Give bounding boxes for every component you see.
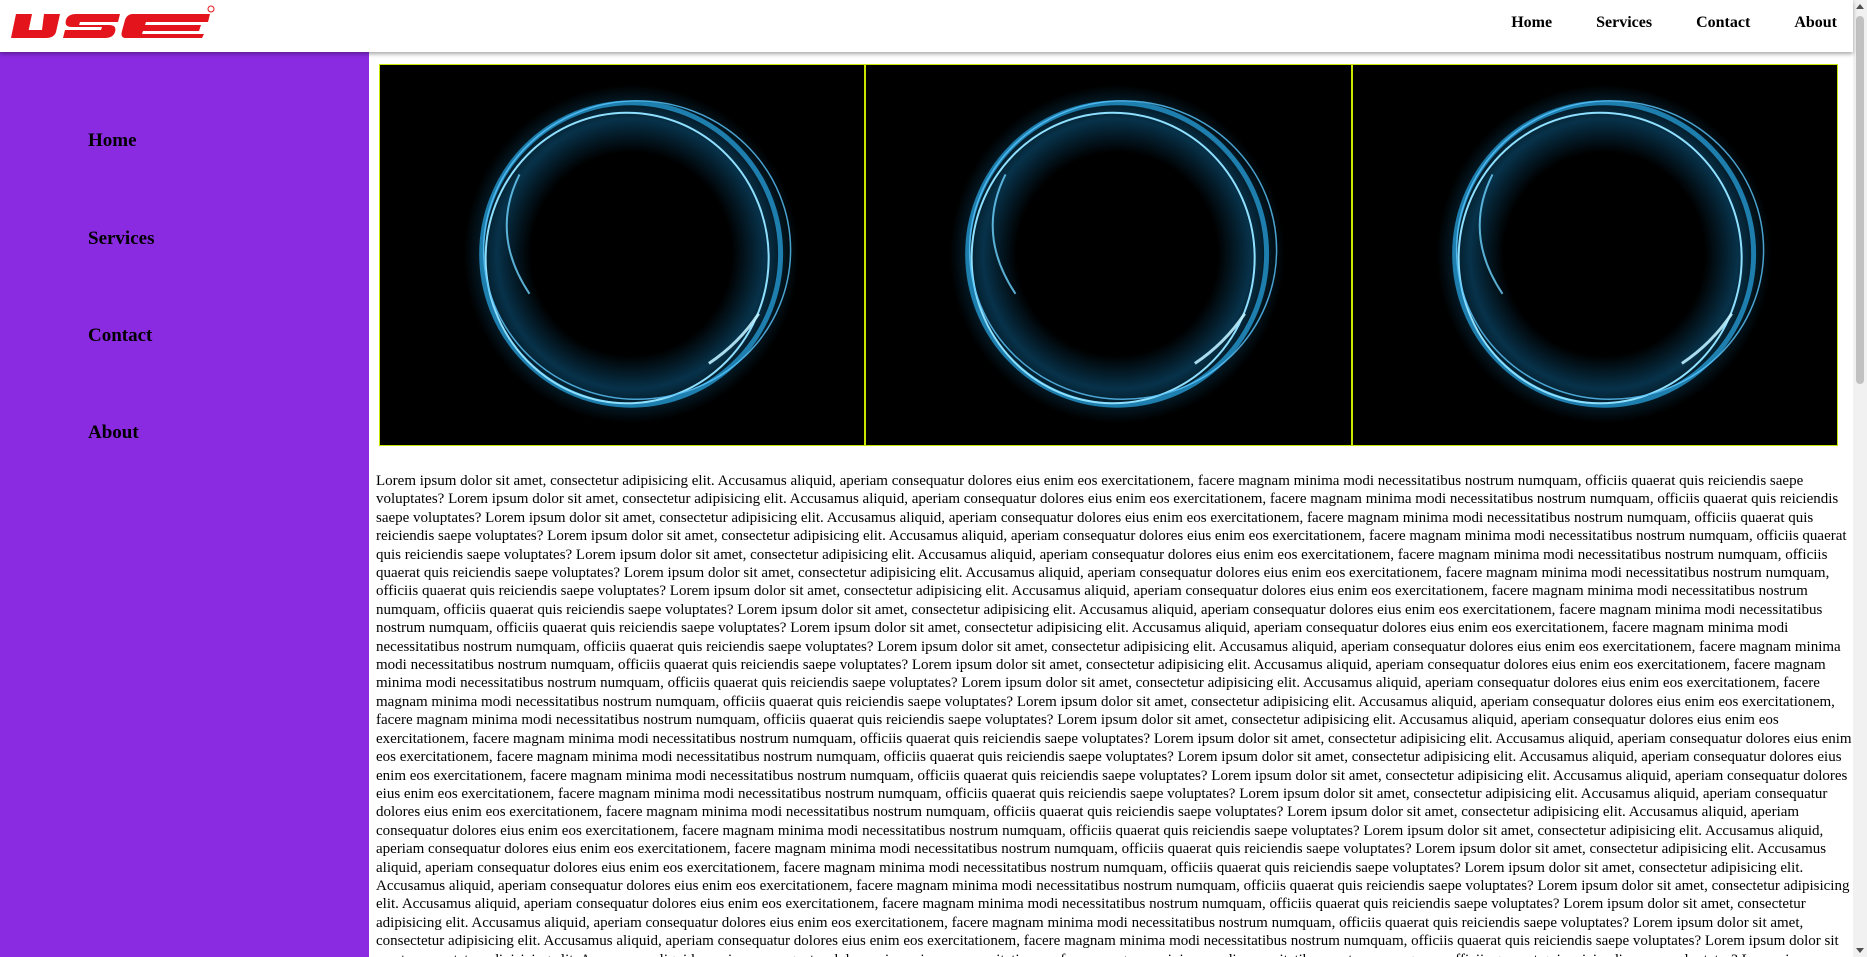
scroll-down-icon[interactable]	[1856, 948, 1864, 953]
vertical-scrollbar[interactable]	[1853, 0, 1867, 957]
glowing-ring-image	[380, 65, 865, 445]
top-nav-about[interactable]: About	[1794, 14, 1837, 32]
ijse-logo[interactable]	[10, 4, 216, 44]
glowing-ring-image	[1352, 65, 1837, 445]
scrollbar-thumb[interactable]	[1856, 16, 1864, 384]
sidebar-item-contact[interactable]: Contact	[88, 325, 152, 347]
top-nav: Home Services Contact About	[1467, 14, 1837, 32]
sidebar: Home Services Contact About	[0, 52, 369, 957]
top-nav-contact[interactable]: Contact	[1696, 14, 1750, 32]
body-paragraph: Lorem ipsum dolor sit amet, consectetur …	[376, 473, 1852, 957]
banner-panel	[379, 64, 866, 446]
sidebar-item-about[interactable]: About	[88, 422, 139, 444]
image-banner	[379, 64, 1838, 446]
scroll-up-icon[interactable]	[1856, 4, 1864, 9]
glowing-ring-image	[866, 65, 1351, 445]
sidebar-item-services[interactable]: Services	[88, 228, 154, 250]
top-nav-home[interactable]: Home	[1511, 14, 1552, 32]
banner-panel	[1351, 64, 1838, 446]
banner-panel	[865, 64, 1352, 446]
top-nav-services[interactable]: Services	[1596, 14, 1652, 32]
site-header: Home Services Contact About	[0, 0, 1853, 52]
sidebar-item-home[interactable]: Home	[88, 130, 137, 152]
